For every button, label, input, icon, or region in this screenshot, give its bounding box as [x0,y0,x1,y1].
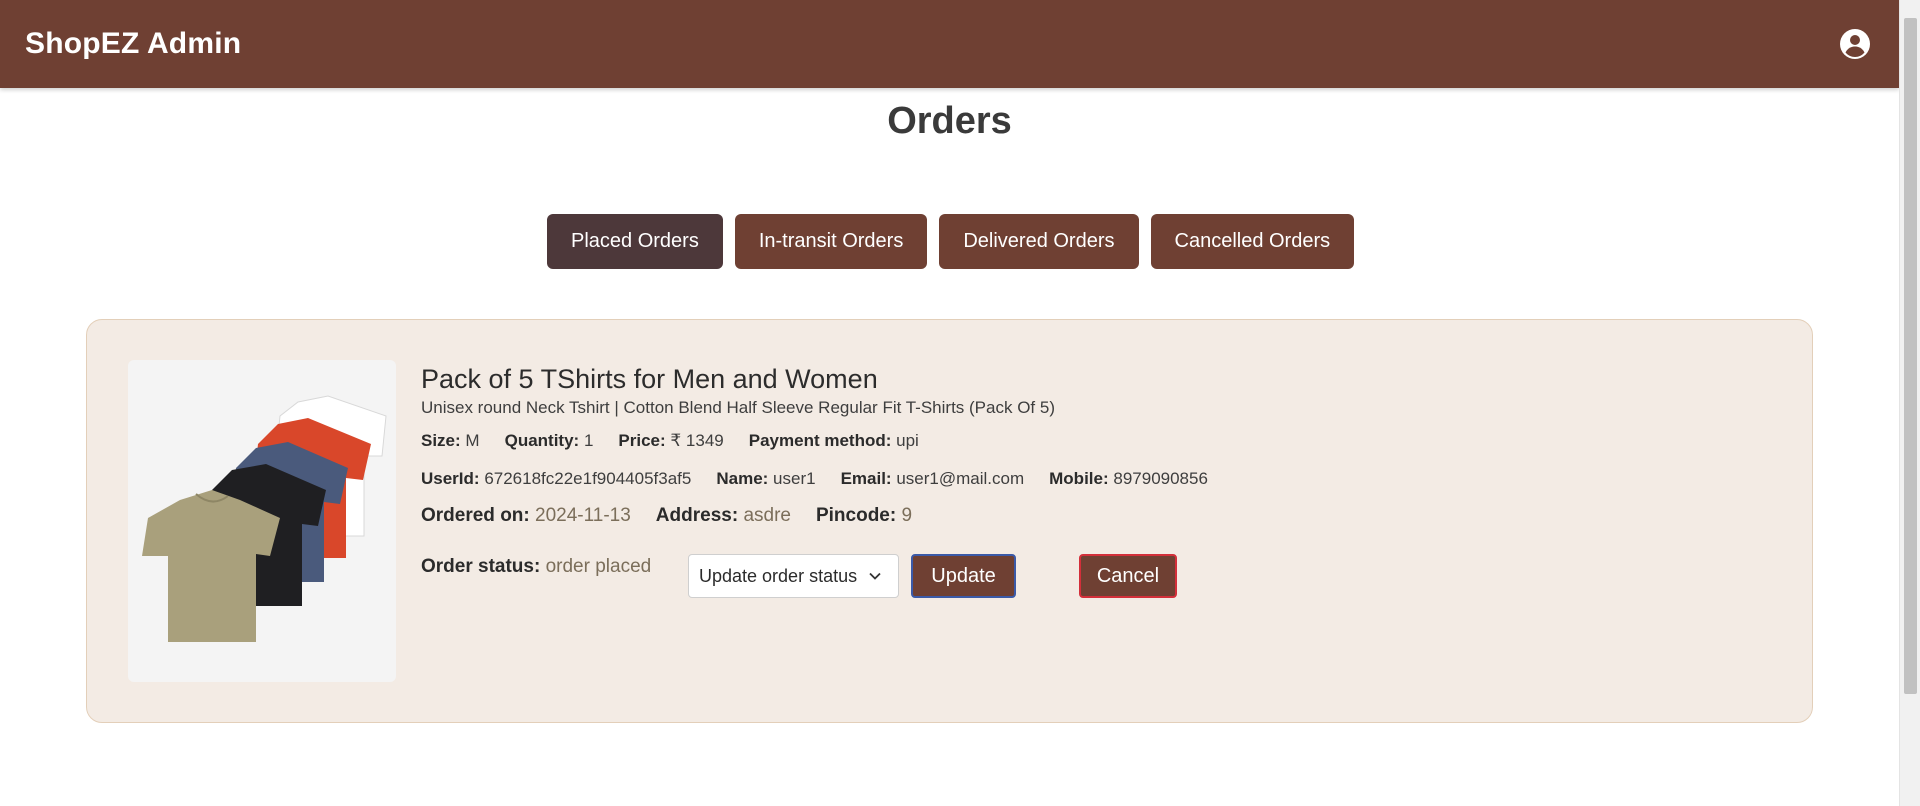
order-status: Order status: order placed [421,556,688,578]
ordered-on-label: Ordered on: [421,505,530,526]
payment-label: Payment method: [748,431,892,450]
cancel-order-button[interactable]: Cancel [1079,554,1177,598]
pincode-label: Pincode: [815,505,897,526]
address-value: asdre [743,505,791,526]
price-value: ₹ 1349 [670,431,724,450]
order-status-label: Order status: [421,556,541,577]
product-image [128,360,396,682]
brand-title[interactable]: ShopEZ Admin [25,27,241,61]
size-value: M [465,431,480,450]
mobile-value: 8979090856 [1113,469,1208,488]
product-title: Pack of 5 TShirts for Men and Women [421,364,878,394]
pincode-value: 9 [901,505,913,526]
order-tabs: Placed Orders In-transit Orders Delivere… [547,214,1355,269]
order-status-value: order placed [545,556,652,577]
order-info-row: Size: M Quantity: 1 Price: ₹ 1349 Paymen… [421,431,1792,451]
page-scrollbar[interactable] [1899,0,1920,806]
tab-cancelled-orders[interactable]: Cancelled Orders [1150,214,1355,269]
update-button[interactable]: Update [911,554,1016,598]
address-label: Address: [655,505,739,526]
mobile-label: Mobile: [1049,469,1109,488]
scrollbar-thumb[interactable] [1904,18,1917,694]
order-details: Pack of 5 TShirts for Men and Women Unis… [421,362,1792,598]
size-label: Size: [421,431,461,450]
shipping-info-row: Ordered on: 2024-11-13 Address: asdre Pi… [421,505,1792,527]
payment-value: upi [896,431,919,450]
update-status-select[interactable]: Update order status [688,554,899,598]
update-status-select-text: Update order status [699,565,858,586]
name-label: Name: [716,469,769,488]
tab-in-transit-orders[interactable]: In-transit Orders [734,214,928,269]
user-info-row: UserId: 672618fc22e1f904405f3af5 Name: u… [421,469,1792,489]
order-card: Pack of 5 TShirts for Men and Women Unis… [86,319,1813,723]
quantity-label: Quantity: [504,431,580,450]
ordered-on-value: 2024-11-13 [535,505,631,526]
email-label: Email: [840,469,892,488]
name-value: user1 [773,469,816,488]
account-circle-icon[interactable] [1839,28,1871,60]
userid-value: 672618fc22e1f904405f3af5 [484,469,692,488]
page-title: Orders [887,100,1012,142]
quantity-value: 1 [583,431,594,450]
tab-placed-orders[interactable]: Placed Orders [547,214,723,269]
price-label: Price: [618,431,666,450]
order-status-row: Order status: order placed Update order … [421,554,1177,598]
email-value: user1@mail.com [896,469,1025,488]
userid-label: UserId: [421,469,480,488]
product-description: Unisex round Neck Tshirt | Cotton Blend … [421,398,1055,417]
top-navbar: ShopEZ Admin [0,0,1899,88]
chevron-down-icon [869,572,881,580]
tab-delivered-orders[interactable]: Delivered Orders [939,214,1139,269]
